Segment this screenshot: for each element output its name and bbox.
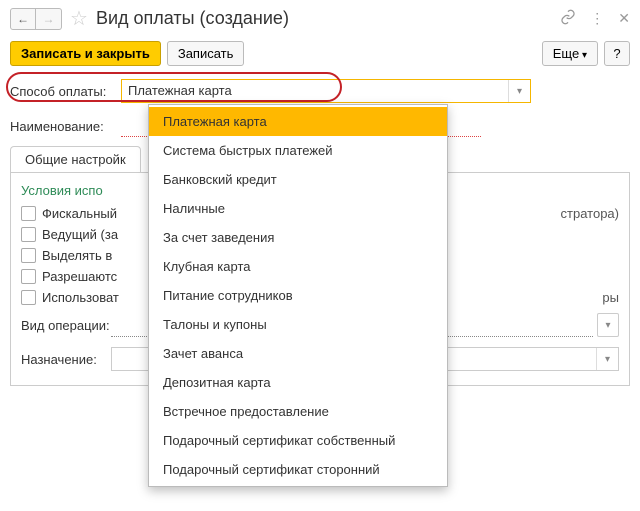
- payment-method-label: Способ оплаты:: [10, 84, 115, 99]
- dropdown-item[interactable]: Подарочный сертификат собственный: [149, 426, 447, 455]
- more-button[interactable]: Еще: [542, 41, 598, 66]
- save-button[interactable]: Записать: [167, 41, 245, 66]
- nav-forward-button[interactable]: →: [36, 8, 62, 30]
- tab-general[interactable]: Общие настройк: [10, 146, 141, 172]
- dropdown-item[interactable]: Питание сотрудников: [149, 281, 447, 310]
- checkbox-allow[interactable]: [21, 269, 36, 284]
- checkbox-highlight[interactable]: [21, 248, 36, 263]
- truncated-text-ry: ры: [602, 290, 619, 305]
- checkbox-leading-label: Ведущий (за: [42, 227, 118, 242]
- checkbox-fiscal[interactable]: [21, 206, 36, 221]
- favorite-star-icon[interactable]: ☆: [70, 6, 88, 31]
- checkbox-use[interactable]: [21, 290, 36, 305]
- payment-method-dropdown: Платежная картаСистема быстрых платежейБ…: [148, 104, 448, 487]
- dropdown-item[interactable]: Наличные: [149, 194, 447, 223]
- kebab-menu-icon[interactable]: ⋮: [590, 10, 604, 27]
- nav-back-button[interactable]: ←: [10, 8, 36, 30]
- checkbox-use-label: Использоват: [42, 290, 119, 305]
- payment-method-select[interactable]: Платежная карта ▾: [121, 79, 531, 103]
- payment-method-value: Платежная карта: [122, 80, 508, 102]
- operation-type-label: Вид операции:: [21, 318, 111, 333]
- destination-label: Назначение:: [21, 352, 111, 367]
- truncated-text-admin: стратора): [561, 206, 619, 221]
- checkbox-leading[interactable]: [21, 227, 36, 242]
- dropdown-item[interactable]: Депозитная карта: [149, 368, 447, 397]
- checkbox-highlight-label: Выделять в: [42, 248, 112, 263]
- dropdown-item[interactable]: Подарочный сертификат сторонний: [149, 455, 447, 484]
- checkbox-fiscal-label: Фискальный: [42, 206, 117, 221]
- help-button[interactable]: ?: [604, 41, 630, 66]
- dropdown-item[interactable]: Клубная карта: [149, 252, 447, 281]
- save-and-close-button[interactable]: Записать и закрыть: [10, 41, 161, 66]
- dropdown-item[interactable]: За счет заведения: [149, 223, 447, 252]
- chevron-down-icon[interactable]: ▾: [596, 348, 618, 370]
- dropdown-item[interactable]: Система быстрых платежей: [149, 136, 447, 165]
- page-title: Вид оплаты (создание): [96, 8, 289, 29]
- dropdown-item[interactable]: Зачет аванса: [149, 339, 447, 368]
- chevron-down-icon[interactable]: ▾: [597, 313, 619, 337]
- name-label: Наименование:: [10, 119, 115, 134]
- dropdown-item[interactable]: Встречное предоставление: [149, 397, 447, 426]
- dropdown-item[interactable]: Платежная карта: [149, 107, 447, 136]
- checkbox-allow-label: Разрешаютс: [42, 269, 117, 284]
- dropdown-item[interactable]: Талоны и купоны: [149, 310, 447, 339]
- chevron-down-icon[interactable]: ▾: [508, 80, 530, 102]
- dropdown-item[interactable]: Банковский кредит: [149, 165, 447, 194]
- link-icon[interactable]: [560, 9, 576, 28]
- close-icon[interactable]: ✕: [618, 10, 630, 27]
